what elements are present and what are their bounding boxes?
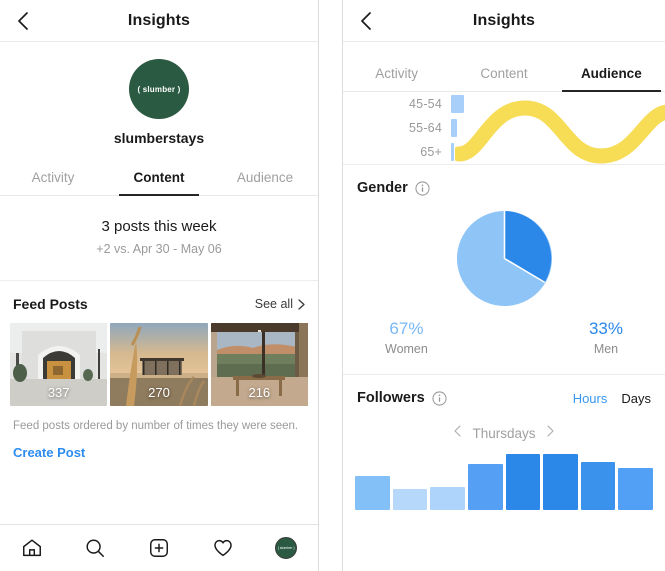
tabbar-activity[interactable]	[206, 533, 240, 563]
bar-7	[580, 462, 616, 510]
age-bar-rows: 45-54 55-64 65+	[343, 92, 665, 164]
followers-header: Followers Hours Days	[343, 375, 665, 406]
bar-3	[430, 487, 465, 510]
age-bars-clip: 45-54 55-64 65+	[343, 92, 665, 164]
gender-legend: 67% Women 33% Men	[343, 309, 665, 374]
period-prev-button[interactable]	[454, 424, 462, 442]
feed-thumbnail-2[interactable]: 270	[110, 323, 208, 406]
back-button-right[interactable]	[357, 11, 375, 30]
create-post-link[interactable]: Create Post	[0, 432, 318, 476]
age-row-55-64: 55-64	[343, 116, 665, 140]
posts-summary: 3 posts this week +2 vs. Apr 30 - May 06	[0, 196, 318, 281]
plus-square-icon	[150, 539, 168, 557]
thumbnail-count-3: 216	[248, 385, 271, 400]
followers-section: Followers Hours Days Thursdays	[343, 375, 665, 510]
bar-4	[467, 464, 503, 510]
back-button[interactable]	[14, 11, 32, 30]
see-all-label: See all	[254, 297, 293, 311]
insights-tabs: Activity Content Audience	[0, 159, 318, 196]
feed-thumbnail-1[interactable]: 337	[10, 323, 108, 406]
right-phone-panel: Insights Activity Content Audience 45-54…	[342, 0, 665, 571]
tabbar-home[interactable]	[15, 533, 49, 563]
summary-headline: 3 posts this week	[101, 218, 217, 235]
bar-2	[392, 489, 428, 510]
followers-toggle: Hours Days	[573, 391, 651, 406]
tab-audience-right[interactable]: Audience	[558, 55, 665, 92]
thumbnail-count-2: 270	[148, 385, 170, 400]
tab-content-right[interactable]: Content	[450, 55, 557, 91]
feed-posts-title: Feed Posts	[13, 296, 88, 312]
age-label-65plus: 65+	[420, 145, 442, 159]
heart-icon	[213, 539, 232, 557]
age-row-65plus: 65+	[343, 140, 665, 164]
age-row-45-54: 45-54	[343, 92, 665, 116]
gender-header: Gender	[343, 165, 665, 196]
chevron-left-icon	[361, 11, 371, 30]
profile-block: ( slumber ) slumberstays Activity Conten…	[0, 42, 318, 196]
info-icon[interactable]	[415, 180, 430, 196]
age-ranges-section: 45-54 55-64 65+	[343, 92, 665, 165]
left-navbar: Insights	[0, 0, 318, 42]
right-navbar: Insights	[343, 0, 665, 42]
tabbar-create[interactable]	[142, 533, 176, 563]
page-title-right: Insights	[472, 11, 536, 29]
bar-8	[618, 468, 653, 510]
profile-avatar-icon: ( slumber )	[275, 537, 298, 559]
followers-bar-chart	[343, 448, 665, 510]
insights-tabs-right: Activity Content Audience	[343, 55, 665, 92]
chevron-left-icon	[18, 11, 28, 30]
toggle-hours[interactable]: Hours	[573, 391, 608, 406]
feed-posts-section: Feed Posts See all 337 270 216 Feed post…	[0, 281, 318, 476]
see-all-button[interactable]: See all	[255, 297, 305, 311]
age-label-45-54: 45-54	[409, 97, 442, 111]
period-label: Thursdays	[472, 425, 536, 441]
feed-posts-header: Feed Posts See all	[0, 281, 318, 323]
tab-activity[interactable]: Activity	[0, 159, 106, 195]
followers-title: Followers	[357, 390, 425, 406]
feed-thumbnails: 337 270 216	[0, 323, 318, 406]
age-bar-45-54	[451, 95, 464, 113]
chevron-left-icon	[454, 425, 462, 437]
age-bar-65plus	[451, 143, 454, 161]
age-label-55-64: 55-64	[409, 121, 442, 135]
women-percentage: 67%	[389, 319, 424, 338]
legend-women: 67% Women	[385, 319, 428, 356]
period-navigator: Thursdays	[343, 406, 665, 448]
gender-pie-chart	[456, 210, 552, 307]
tab-content[interactable]: Content	[106, 159, 212, 196]
chevron-right-icon	[298, 298, 305, 310]
tab-activity-right[interactable]: Activity	[343, 55, 450, 91]
thumbnail-count-1: 337	[47, 385, 70, 400]
bar-5	[505, 454, 541, 510]
bar-6	[543, 454, 578, 510]
summary-comparison: +2 vs. Apr 30 - May 06	[96, 242, 222, 256]
feed-thumbnail-3[interactable]: 216	[210, 323, 308, 406]
avatar[interactable]: ( slumber )	[129, 59, 189, 119]
home-icon	[22, 539, 41, 557]
men-percentage: 33%	[588, 319, 623, 338]
toggle-days[interactable]: Days	[621, 391, 651, 406]
page-title: Insights	[127, 11, 191, 29]
gender-section: Gender 67% Women 33% Men	[343, 165, 665, 375]
screenshot-root: Insights ( slumber ) slumberstays Activi…	[0, 0, 665, 571]
legend-men: 33% Men	[589, 319, 623, 356]
gender-pie-wrap	[343, 196, 665, 309]
gender-title: Gender	[357, 180, 408, 196]
bar-1	[355, 476, 390, 510]
left-phone-panel: Insights ( slumber ) slumberstays Activi…	[0, 0, 319, 571]
bottom-tabbar: ( slumber )	[0, 524, 318, 571]
age-bar-55-64	[451, 119, 457, 137]
tabbar-profile[interactable]: ( slumber )	[269, 533, 303, 563]
chevron-right-icon	[546, 425, 554, 437]
period-next-button[interactable]	[546, 424, 554, 442]
info-icon[interactable]	[432, 390, 447, 406]
account-handle: slumberstays	[113, 130, 205, 146]
tab-audience[interactable]: Audience	[212, 159, 318, 195]
search-icon	[86, 539, 105, 557]
feed-posts-note: Feed posts ordered by number of times th…	[13, 420, 299, 432]
tabbar-search[interactable]	[78, 533, 112, 563]
women-label: Women	[385, 342, 428, 356]
men-label: Men	[593, 342, 619, 356]
